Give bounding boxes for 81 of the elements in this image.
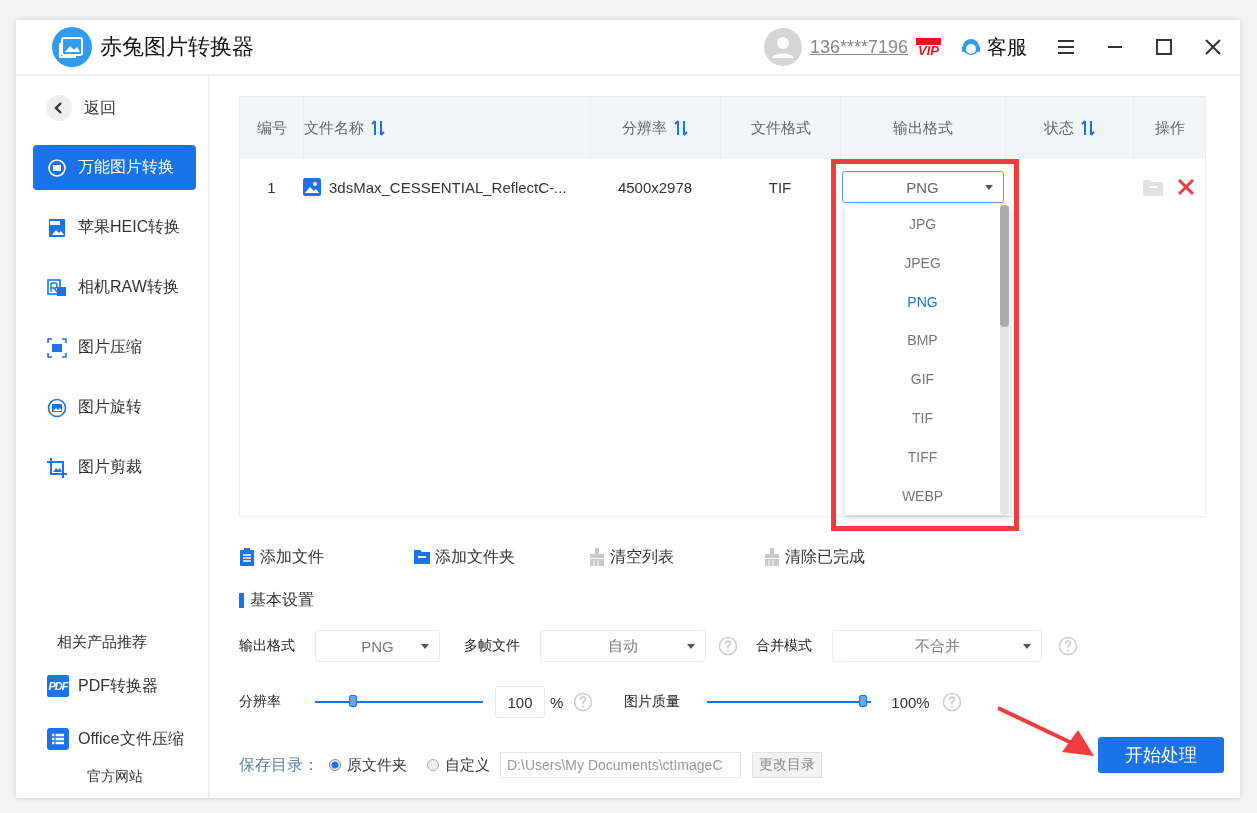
table-cell-text: 4500x2978 bbox=[616, 177, 694, 198]
user-account-link[interactable]: 136****7196 bbox=[809, 36, 909, 58]
section-title: 基本设置 bbox=[250, 589, 314, 610]
slider-thumb[interactable] bbox=[858, 695, 867, 707]
dropdown[interactable]: 不合并 bbox=[832, 630, 1042, 662]
caret-icon bbox=[984, 185, 993, 190]
image-cycle-icon bbox=[47, 157, 67, 178]
dropdown-option[interactable]: BMP bbox=[845, 321, 1000, 361]
column-header: 文件格式 bbox=[720, 97, 840, 159]
radio-option[interactable]: 自定义 bbox=[427, 755, 490, 775]
image-file-icon bbox=[47, 217, 67, 238]
vip-badge: VIP bbox=[916, 37, 941, 57]
dropdown-option[interactable]: JPEG bbox=[845, 243, 1000, 283]
format-dropdown[interactable]: PNG bbox=[841, 171, 1004, 203]
caret-icon bbox=[421, 644, 429, 649]
menu-icon[interactable] bbox=[1056, 38, 1076, 56]
slider-thumb[interactable] bbox=[348, 695, 357, 707]
column-label: 分辨率 bbox=[622, 118, 667, 138]
image-icon bbox=[303, 178, 321, 196]
dropdown-option[interactable]: GIF bbox=[845, 360, 1000, 399]
start-button[interactable]: 开始处理 bbox=[1098, 737, 1224, 773]
dropdown-option[interactable]: TIF bbox=[845, 399, 1000, 438]
radio-option[interactable]: 原文件夹 bbox=[329, 755, 407, 775]
product-link[interactable]: Office文件压缩 bbox=[33, 719, 196, 759]
file-name: 3dsMax_CESSENTIAL_ReflectC-... bbox=[329, 178, 567, 196]
brush-icon bbox=[764, 548, 780, 566]
dropdown[interactable]: 自动 bbox=[540, 630, 706, 662]
column-label: 文件名称 bbox=[304, 118, 364, 138]
raw-image-icon bbox=[47, 277, 67, 298]
website-link[interactable]: 官方网站 bbox=[33, 768, 196, 786]
field-label: 多帧文件 bbox=[464, 637, 521, 655]
column-header: 编号 bbox=[255, 117, 288, 138]
number-input[interactable]: 100 bbox=[495, 686, 545, 718]
dropdown-option[interactable]: TIFF bbox=[845, 437, 1000, 477]
quality-value: 100% bbox=[891, 693, 930, 711]
close-icon[interactable] bbox=[1203, 38, 1223, 56]
section-marker bbox=[239, 592, 244, 608]
recommend-title: 相关产品推荐 bbox=[56, 633, 148, 652]
folder-icon bbox=[414, 548, 430, 566]
column-header: 操作 bbox=[1133, 97, 1205, 159]
pdf-logo: PDF bbox=[47, 675, 69, 697]
sidebar-item[interactable]: 万能图片转换 bbox=[33, 145, 196, 190]
column-header: 输出格式 bbox=[840, 97, 1005, 159]
field-label: 分辨率 bbox=[239, 693, 282, 711]
sidebar-item[interactable]: 图片压缩 bbox=[33, 325, 196, 370]
column-label: 状态 bbox=[1043, 118, 1074, 138]
app-logo-icon bbox=[52, 27, 92, 67]
crop-icon bbox=[47, 457, 67, 478]
headset-icon bbox=[961, 36, 981, 58]
field-label: 合并模式 bbox=[756, 637, 813, 655]
field-label: 保存目录： bbox=[239, 754, 319, 775]
scrollbar-thumb[interactable] bbox=[1000, 205, 1009, 327]
brush-icon bbox=[589, 548, 605, 566]
caret-icon bbox=[1023, 644, 1031, 649]
unit-label: % bbox=[550, 693, 564, 711]
table-cell-text: 1 bbox=[266, 177, 277, 198]
clipboard-icon bbox=[239, 548, 255, 566]
caret-icon bbox=[687, 644, 695, 649]
field-label: 图片质量 bbox=[624, 693, 682, 711]
sidebar-item[interactable]: 图片剪裁 bbox=[33, 445, 196, 490]
toolbar-button[interactable]: 添加文件夹 bbox=[414, 546, 589, 568]
sidebar-item[interactable]: 相机RAW转换 bbox=[33, 265, 196, 310]
back-button[interactable]: 返回 bbox=[33, 86, 196, 130]
product-link[interactable]: PDF PDF转换器 bbox=[33, 666, 196, 706]
toolbar-button[interactable]: 添加文件 bbox=[239, 546, 414, 568]
app-title: 赤兔图片转换器 bbox=[100, 33, 254, 61]
image-compress-icon bbox=[47, 337, 67, 358]
customer-service-button[interactable]: 客服 bbox=[961, 33, 1027, 61]
dropdown[interactable]: PNG bbox=[315, 630, 440, 662]
dropdown-option[interactable]: WEBP bbox=[845, 476, 1000, 516]
image-rotate-icon bbox=[47, 397, 67, 418]
list-grid-icon bbox=[47, 728, 69, 750]
avatar-icon bbox=[763, 28, 802, 66]
maximize-icon[interactable] bbox=[1154, 38, 1174, 56]
table-cell-text: TIF bbox=[767, 177, 793, 198]
dropdown-option[interactable]: JPG bbox=[845, 205, 1000, 244]
sidebar-item[interactable]: 苹果HEIC转换 bbox=[33, 205, 196, 250]
sidebar-item[interactable]: 图片旋转 bbox=[33, 385, 196, 430]
field-label: 输出格式 bbox=[239, 637, 296, 655]
dropdown-option[interactable]: PNG bbox=[845, 282, 1000, 322]
delete-icon[interactable] bbox=[1177, 178, 1195, 196]
